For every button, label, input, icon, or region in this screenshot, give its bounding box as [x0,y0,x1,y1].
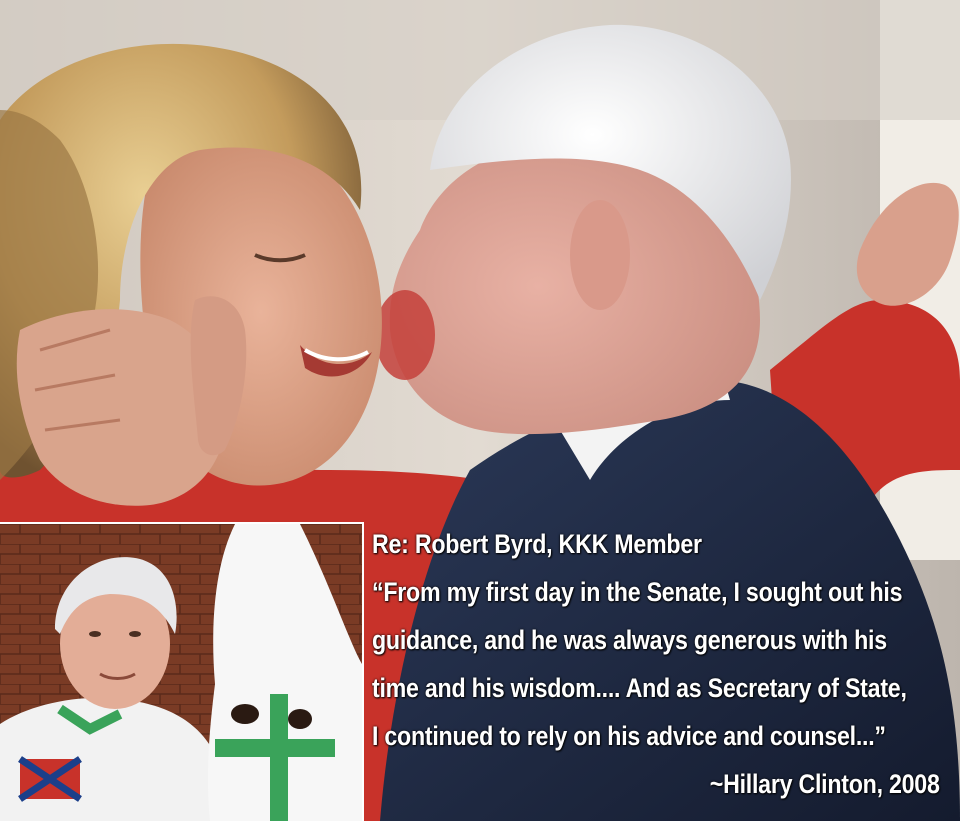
quote-attribution: ~Hillary Clinton, 2008 [709,769,940,799]
caption-heading: Re: Robert Byrd, KKK Member [372,529,702,559]
meme-image: Re: Robert Byrd, KKK Member “From my fir… [0,0,960,821]
inset-photo [0,524,362,821]
quote-line-1: “From my first day in the Senate, I soug… [372,577,903,607]
quote-line-2: guidance, and he was always generous wit… [372,625,887,655]
quote-line-4: I continued to rely on his advice and co… [372,721,886,751]
quote-line-3: time and his wisdom.... And as Secretary… [372,673,907,703]
quote-caption: Re: Robert Byrd, KKK Member “From my fir… [372,520,940,808]
